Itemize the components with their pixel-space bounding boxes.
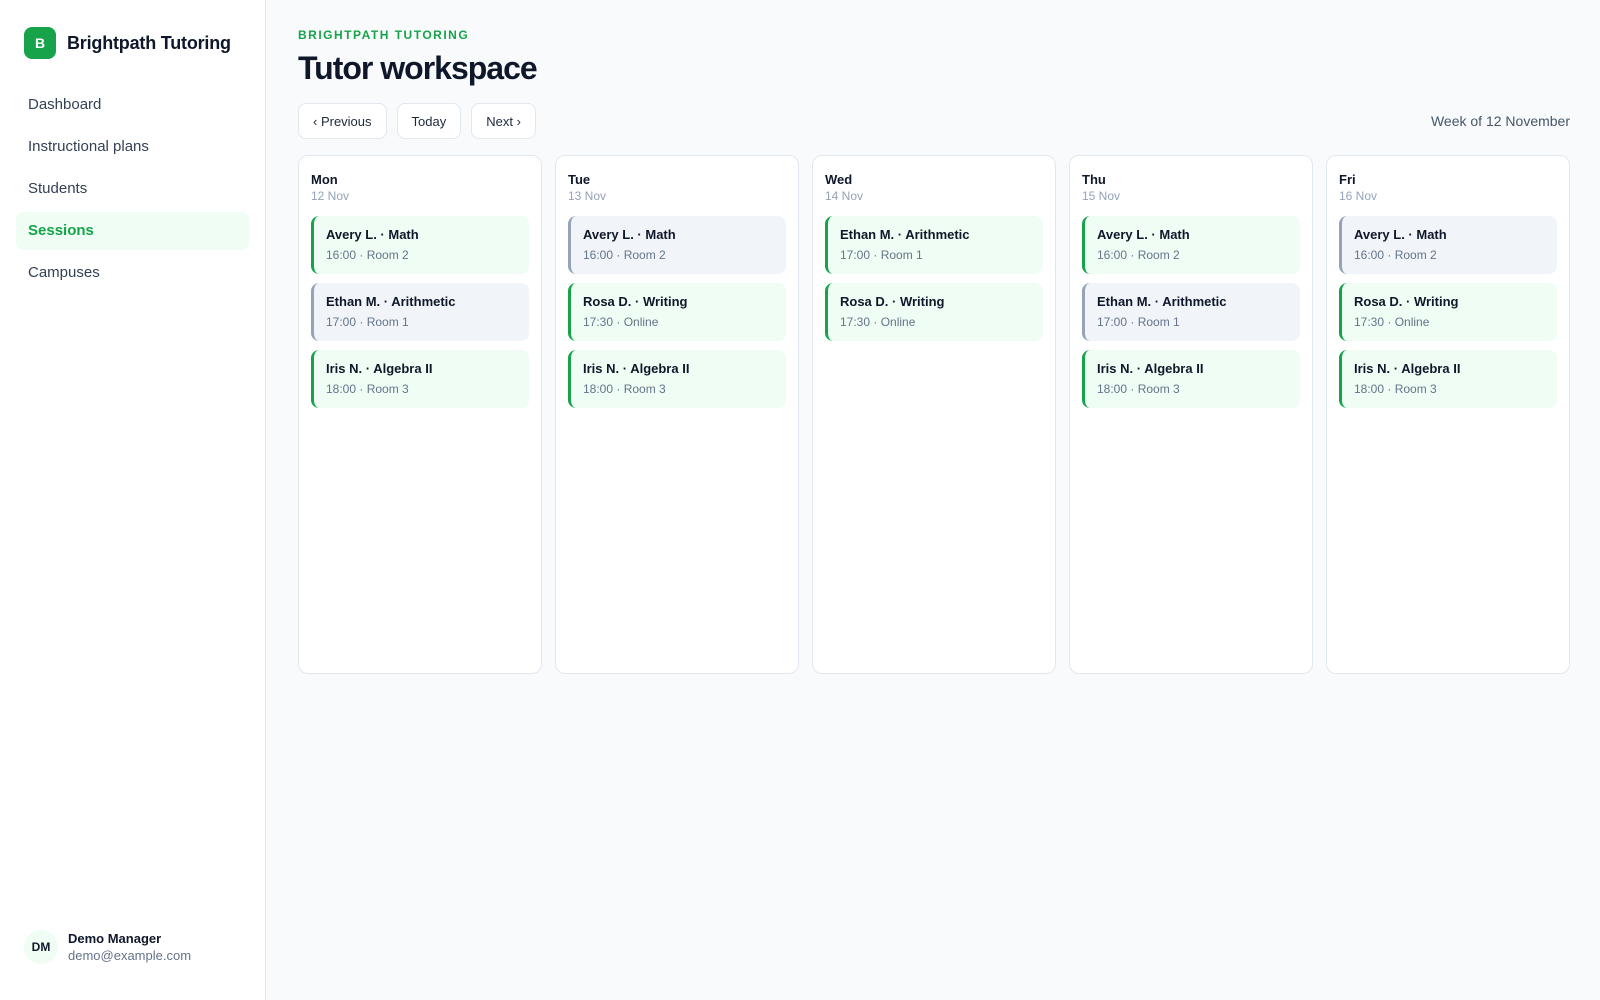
- page-eyebrow: BRIGHTPATH TUTORING: [298, 28, 470, 42]
- user-email: demo@example.com: [68, 948, 192, 963]
- user-profile[interactable]: DM Demo Manager demo@example.com: [24, 930, 191, 964]
- session-title: Rosa D. · Writing: [583, 294, 688, 309]
- week-calendar: Mon 12 Nov Avery L. · Math 16:00 · Room 2 Et…: [298, 155, 1570, 674]
- brand: B Brightpath Tutoring: [0, 0, 265, 60]
- session-meta: 18:00 · Room 3: [1354, 382, 1437, 396]
- session-card[interactable]: Avery L. · Math 16:00 · Room 2: [1339, 216, 1557, 274]
- session-list: Avery L. · Math 16:00 · Room 2 Rosa D. · W…: [568, 216, 786, 408]
- previous-week-button[interactable]: ‹ Previous: [298, 103, 387, 139]
- week-label: Week of 12 November: [1430, 113, 1570, 129]
- session-card[interactable]: Rosa D. · Writing 17:30 · Online: [568, 283, 786, 341]
- session-title: Avery L. · Math: [1354, 227, 1447, 242]
- day-column-wed: Wed 14 Nov Ethan M. · Arithmetic 17:00 · Ro…: [812, 155, 1056, 674]
- main-content: BRIGHTPATH TUTORING Tutor workspace ‹ Pr…: [266, 0, 1600, 1000]
- sidebar-item-dashboard[interactable]: Dashboard: [16, 86, 249, 124]
- session-list: Ethan M. · Arithmetic 17:00 · Room 1 Rosa …: [825, 216, 1043, 341]
- session-title: Iris N. · Algebra II: [326, 361, 433, 376]
- session-meta: 18:00 · Room 3: [1097, 382, 1180, 396]
- session-title: Rosa D. · Writing: [840, 294, 945, 309]
- session-meta: 17:00 · Room 1: [1097, 315, 1180, 329]
- user-info: Demo Manager demo@example.com: [68, 931, 191, 963]
- day-column-tue: Tue 13 Nov Avery L. · Math 16:00 · Room 2 Ro…: [555, 155, 799, 674]
- session-meta: 16:00 · Room 2: [1097, 248, 1180, 262]
- session-card[interactable]: Avery L. · Math 16:00 · Room 2: [311, 216, 529, 274]
- session-card[interactable]: Iris N. · Algebra II 18:00 · Room 3: [1339, 350, 1557, 408]
- day-date: 13 Nov: [568, 189, 607, 203]
- session-card[interactable]: Iris N. · Algebra II 18:00 · Room 3: [568, 350, 786, 408]
- day-column-mon: Mon 12 Nov Avery L. · Math 16:00 · Room 2 Et…: [298, 155, 542, 674]
- session-card[interactable]: Ethan M. · Arithmetic 17:00 · Room 1: [311, 283, 529, 341]
- session-title: Avery L. · Math: [326, 227, 419, 242]
- sidebar-item-campuses[interactable]: Campuses: [16, 254, 249, 292]
- sidebar-nav: Dashboard Instructional plans Students S…: [0, 86, 265, 292]
- user-name: Demo Manager: [68, 931, 162, 946]
- session-card[interactable]: Iris N. · Algebra II 18:00 · Room 3: [311, 350, 529, 408]
- session-list: Avery L. · Math 16:00 · Room 2 Rosa D. · W…: [1339, 216, 1557, 408]
- session-card[interactable]: Ethan M. · Arithmetic 17:00 · Room 1: [1082, 283, 1300, 341]
- session-meta: 16:00 · Room 2: [1354, 248, 1437, 262]
- session-meta: 17:00 · Room 1: [326, 315, 409, 329]
- session-meta: 18:00 · Room 3: [583, 382, 666, 396]
- session-meta: 17:30 · Online: [1354, 315, 1430, 329]
- session-card[interactable]: Ethan M. · Arithmetic 17:00 · Room 1: [825, 216, 1043, 274]
- brand-name: Brightpath Tutoring: [67, 32, 231, 53]
- session-meta: 17:30 · Online: [583, 315, 659, 329]
- session-card[interactable]: Avery L. · Math 16:00 · Room 2: [568, 216, 786, 274]
- session-card[interactable]: Rosa D. · Writing 17:30 · Online: [1339, 283, 1557, 341]
- session-card[interactable]: Iris N. · Algebra II 18:00 · Room 3: [1082, 350, 1300, 408]
- session-meta: 16:00 · Room 2: [583, 248, 666, 262]
- session-title: Ethan M. · Arithmetic: [326, 294, 456, 309]
- session-meta: 16:00 · Room 2: [326, 248, 409, 262]
- week-toolbar: ‹ Previous Today Next › Week of 12 Novem…: [298, 103, 1570, 139]
- day-name: Fri: [1339, 172, 1356, 187]
- session-title: Avery L. · Math: [1097, 227, 1190, 242]
- session-card[interactable]: Avery L. · Math 16:00 · Room 2: [1082, 216, 1300, 274]
- session-meta: 18:00 · Room 3: [326, 382, 409, 396]
- session-list: Avery L. · Math 16:00 · Room 2 Ethan M. · …: [311, 216, 529, 408]
- session-title: Ethan M. · Arithmetic: [840, 227, 970, 242]
- day-name: Tue: [568, 172, 591, 187]
- day-name: Mon: [311, 172, 338, 187]
- day-date: 16 Nov: [1339, 189, 1378, 203]
- sidebar-item-students[interactable]: Students: [16, 170, 249, 208]
- sidebar-item-sessions[interactable]: Sessions: [16, 212, 249, 250]
- session-title: Iris N. · Algebra II: [583, 361, 690, 376]
- session-meta: 17:00 · Room 1: [840, 248, 923, 262]
- page-title: Tutor workspace: [298, 50, 538, 86]
- brand-logo: B: [24, 27, 56, 59]
- session-card[interactable]: Rosa D. · Writing 17:30 · Online: [825, 283, 1043, 341]
- next-week-button[interactable]: Next ›: [471, 103, 536, 139]
- day-date: 14 Nov: [825, 189, 864, 203]
- day-date: 12 Nov: [311, 189, 350, 203]
- day-name: Thu: [1082, 172, 1106, 187]
- day-column-fri: Fri 16 Nov Avery L. · Math 16:00 · Room 2 Ro…: [1326, 155, 1570, 674]
- day-date: 15 Nov: [1082, 189, 1121, 203]
- sidebar: B Brightpath Tutoring Dashboard Instruct…: [0, 0, 266, 1000]
- session-meta: 17:30 · Online: [840, 315, 916, 329]
- day-name: Wed: [825, 172, 853, 187]
- avatar: DM: [24, 930, 58, 964]
- session-title: Avery L. · Math: [583, 227, 676, 242]
- session-title: Iris N. · Algebra II: [1354, 361, 1461, 376]
- day-column-thu: Thu 15 Nov Avery L. · Math 16:00 · Room 2 Et…: [1069, 155, 1313, 674]
- session-title: Rosa D. · Writing: [1354, 294, 1459, 309]
- sidebar-item-instructional-plans[interactable]: Instructional plans: [16, 128, 249, 166]
- session-title: Ethan M. · Arithmetic: [1097, 294, 1227, 309]
- session-list: Avery L. · Math 16:00 · Room 2 Ethan M. · …: [1082, 216, 1300, 408]
- session-title: Iris N. · Algebra II: [1097, 361, 1204, 376]
- today-button[interactable]: Today: [396, 103, 462, 139]
